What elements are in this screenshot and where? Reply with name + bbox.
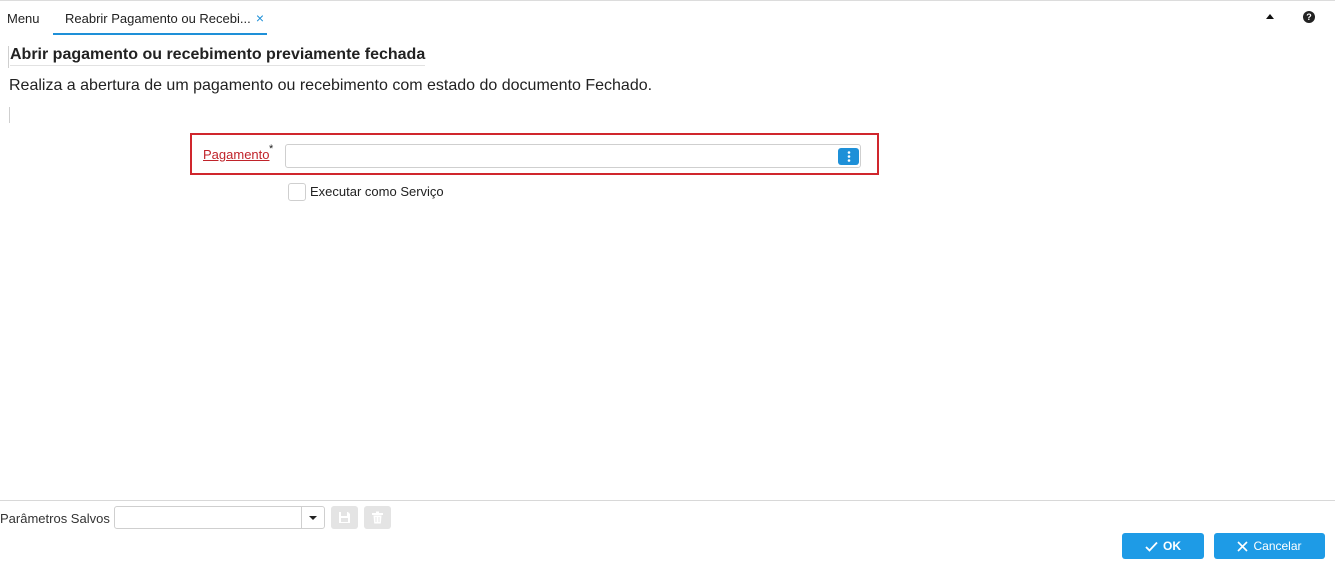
run-as-service-label: Executar como Serviço: [310, 184, 444, 199]
saved-params-label: Parâmetros Salvos: [0, 511, 110, 526]
page-description: Realiza a abertura de um pagamento ou re…: [9, 77, 653, 94]
run-as-service-checkbox[interactable]: [288, 183, 306, 201]
ok-label: OK: [1163, 539, 1181, 553]
save-icon: [339, 512, 350, 523]
trash-icon: [372, 511, 383, 524]
pagamento-field-group: Pagamento *: [190, 133, 879, 175]
tab-bar: Menu Reabrir Pagamento ou Recebi... × ?: [0, 0, 1335, 35]
required-mark: *: [269, 143, 274, 155]
app-window: Menu Reabrir Pagamento ou Recebi... × ? …: [0, 0, 1335, 565]
collapse-icon[interactable]: [1264, 11, 1276, 23]
cancel-label: Cancelar: [1253, 539, 1302, 553]
check-icon: [1145, 541, 1158, 552]
save-params-button[interactable]: [331, 506, 358, 529]
pagamento-input[interactable]: [285, 144, 861, 168]
ok-button[interactable]: OK: [1122, 533, 1204, 559]
help-icon[interactable]: ?: [1303, 11, 1315, 23]
close-icon[interactable]: ×: [253, 2, 267, 35]
close-icon: [1237, 540, 1249, 552]
saved-params-select[interactable]: [114, 506, 325, 529]
tab-reabrir-pagamento[interactable]: Reabrir Pagamento ou Recebi... ×: [53, 2, 267, 35]
lookup-button[interactable]: [838, 148, 859, 165]
pagamento-label[interactable]: Pagamento: [203, 147, 270, 162]
tab-menu[interactable]: Menu: [7, 2, 40, 35]
page-title: Abrir pagamento ou recebimento previamen…: [7, 46, 426, 68]
footer-divider: [0, 500, 1335, 501]
cancel-button[interactable]: Cancelar: [1214, 533, 1325, 559]
delete-params-button[interactable]: [364, 506, 391, 529]
divider: [9, 107, 10, 123]
chevron-down-icon[interactable]: [301, 507, 324, 528]
tab-label: Reabrir Pagamento ou Recebi...: [65, 11, 251, 26]
vertical-dots-icon: [847, 151, 850, 163]
